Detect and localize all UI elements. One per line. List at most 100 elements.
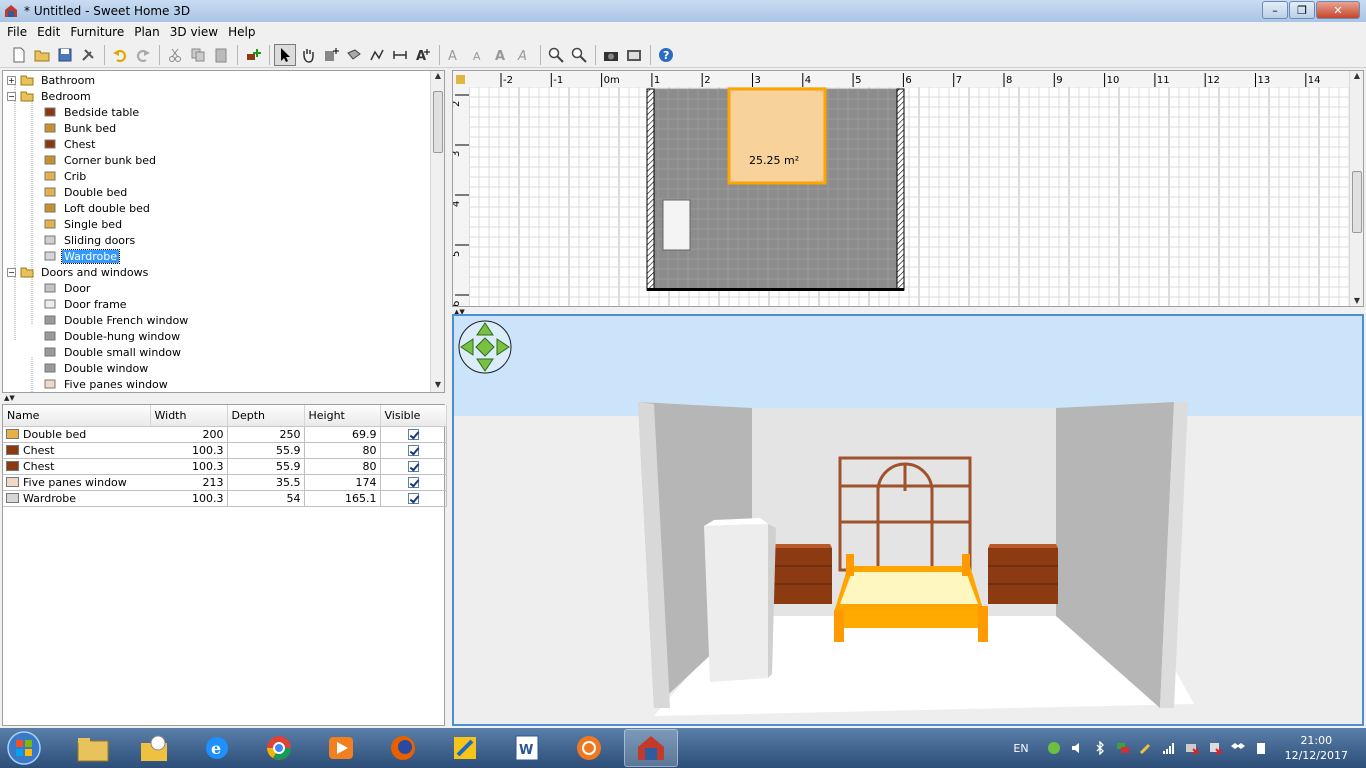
visible-checkbox[interactable] (407, 428, 419, 440)
signal-icon[interactable] (1162, 741, 1176, 755)
increase-text-button[interactable]: A (444, 44, 466, 66)
network-disconnected-icon[interactable] (1185, 741, 1199, 755)
column-height[interactable]: Height (304, 405, 381, 427)
catalog-item[interactable]: Crib (43, 168, 88, 184)
table-row[interactable]: Chest 100.3 55.9 80 (3, 458, 447, 475)
visible-checkbox[interactable] (407, 493, 419, 504)
add-furniture-button[interactable] (242, 44, 264, 66)
catalog-item[interactable]: Double-hung window (43, 328, 182, 344)
create-rooms-button[interactable] (343, 44, 365, 66)
start-button[interactable] (4, 729, 44, 767)
table-row[interactable]: Five panes window 213 35.5 174 (3, 474, 447, 491)
catalog-item[interactable]: Bunk bed (43, 120, 118, 136)
wall-bottom[interactable] (647, 288, 904, 291)
menu-edit[interactable]: Edit (32, 25, 65, 39)
menu-help[interactable]: Help (223, 25, 260, 39)
scroll-down-arrow[interactable]: ▼ (1350, 296, 1363, 306)
scroll-up-arrow[interactable]: ▲ (1350, 71, 1363, 83)
catalog-category[interactable]: − Bedroom (7, 88, 93, 104)
catalog-item[interactable]: Five panes window (43, 376, 170, 392)
display-icon[interactable] (1116, 741, 1130, 755)
table-row[interactable]: Double bed 200 250 69.9 (3, 426, 447, 443)
maximize-button[interactable]: ❐ (1289, 1, 1315, 19)
wall-right[interactable] (896, 88, 905, 291)
visible-checkbox[interactable] (407, 461, 419, 472)
cut-button[interactable] (164, 44, 186, 66)
italic-text-button[interactable]: A (513, 44, 535, 66)
close-button[interactable]: ✕ (1316, 1, 1360, 19)
zoom-in-button[interactable] (545, 44, 567, 66)
taskbar-firefox[interactable] (376, 729, 430, 767)
new-home-button[interactable] (8, 44, 30, 66)
language-indicator[interactable]: EN (1013, 742, 1028, 755)
taskbar-internet-explorer[interactable]: e (190, 729, 244, 767)
catalog-item[interactable]: Chest (43, 136, 97, 152)
scroll-up-arrow[interactable]: ▲ (431, 71, 444, 83)
column-name[interactable]: Name (3, 405, 151, 427)
visible-checkbox[interactable] (407, 477, 419, 488)
catalog-splitter[interactable]: ▲▼ (2, 394, 445, 402)
save-button[interactable] (54, 44, 76, 66)
catalog-item[interactable]: Bedside table (43, 104, 141, 120)
minimize-button[interactable]: – (1262, 1, 1288, 19)
taskbar-explorer[interactable] (66, 729, 120, 767)
plan-canvas[interactable]: -2-10m1234567891011121314 23456 25.25 m² (453, 71, 1351, 307)
bold-text-button[interactable]: A (490, 44, 512, 66)
clock[interactable]: 21:00 12/12/2017 (1285, 733, 1348, 763)
catalog-item[interactable]: Door (43, 280, 92, 296)
column-depth[interactable]: Depth (227, 405, 305, 427)
menu-furniture[interactable]: Furniture (65, 25, 129, 39)
undo-button[interactable] (109, 44, 131, 66)
expand-icon[interactable]: + (7, 75, 16, 85)
tools-tray-icon[interactable] (1139, 741, 1153, 755)
taskbar-word[interactable]: W (500, 729, 554, 767)
catalog-item[interactable]: Double French window (43, 312, 190, 328)
scroll-down-arrow[interactable]: ▼ (431, 380, 444, 392)
catalog-scrollbar[interactable]: ▲ ▼ (430, 71, 444, 392)
scroll-thumb[interactable] (433, 91, 443, 153)
bluetooth-icon[interactable] (1093, 741, 1107, 755)
3d-view[interactable] (452, 314, 1364, 726)
table-row[interactable]: Chest 100.3 55.9 80 (3, 442, 447, 459)
taskbar-media-player[interactable] (314, 729, 368, 767)
volume-icon[interactable] (1070, 741, 1084, 755)
redo-button[interactable] (132, 44, 154, 66)
taskbar-ubuntu-app[interactable] (562, 729, 616, 767)
plan-bed[interactable] (727, 87, 827, 185)
catalog-item[interactable]: Double window (43, 360, 150, 376)
add-text-button[interactable]: A (412, 44, 434, 66)
create-dimensions-button[interactable] (389, 44, 411, 66)
dropbox-icon[interactable] (1230, 741, 1245, 755)
scroll-thumb[interactable] (1352, 171, 1362, 233)
network-app-icon[interactable] (1047, 741, 1061, 755)
copy-button[interactable] (187, 44, 209, 66)
preferences-button[interactable] (77, 44, 99, 66)
paste-button[interactable] (210, 44, 232, 66)
taskbar-outlook[interactable] (128, 729, 182, 767)
create-polylines-button[interactable] (366, 44, 388, 66)
create-video-button[interactable] (623, 44, 645, 66)
menu-plan[interactable]: Plan (129, 25, 165, 39)
catalog-item[interactable]: Door frame (43, 296, 129, 312)
catalog-category[interactable]: − Doors and windows (7, 264, 150, 280)
pan-mode-button[interactable] (297, 44, 319, 66)
menu-3d-view[interactable]: 3D view (165, 25, 223, 39)
plan-scrollbar[interactable]: ▲ ▼ (1349, 71, 1363, 306)
catalog-item[interactable]: Single bed (43, 216, 124, 232)
collapse-icon[interactable]: − (7, 267, 16, 277)
help-button[interactable]: ? (655, 44, 677, 66)
create-photo-button[interactable] (600, 44, 622, 66)
3d-canvas[interactable] (454, 316, 1362, 724)
menu-file[interactable]: File (2, 25, 32, 39)
select-mode-button[interactable] (274, 43, 296, 66)
catalog-item[interactable]: Double small window (43, 344, 183, 360)
decrease-text-button[interactable]: A (467, 44, 489, 66)
create-walls-button[interactable] (320, 44, 342, 66)
catalog-item[interactable]: Sliding doors (43, 232, 137, 248)
flag-warning-icon[interactable] (1208, 741, 1222, 755)
catalog-category[interactable]: + Bathroom (7, 72, 97, 88)
taskbar-app-yellow[interactable] (438, 729, 492, 767)
plan-wardrobe[interactable] (662, 199, 691, 251)
taskbar-chrome[interactable] (252, 729, 306, 767)
wall-left[interactable] (646, 88, 655, 291)
